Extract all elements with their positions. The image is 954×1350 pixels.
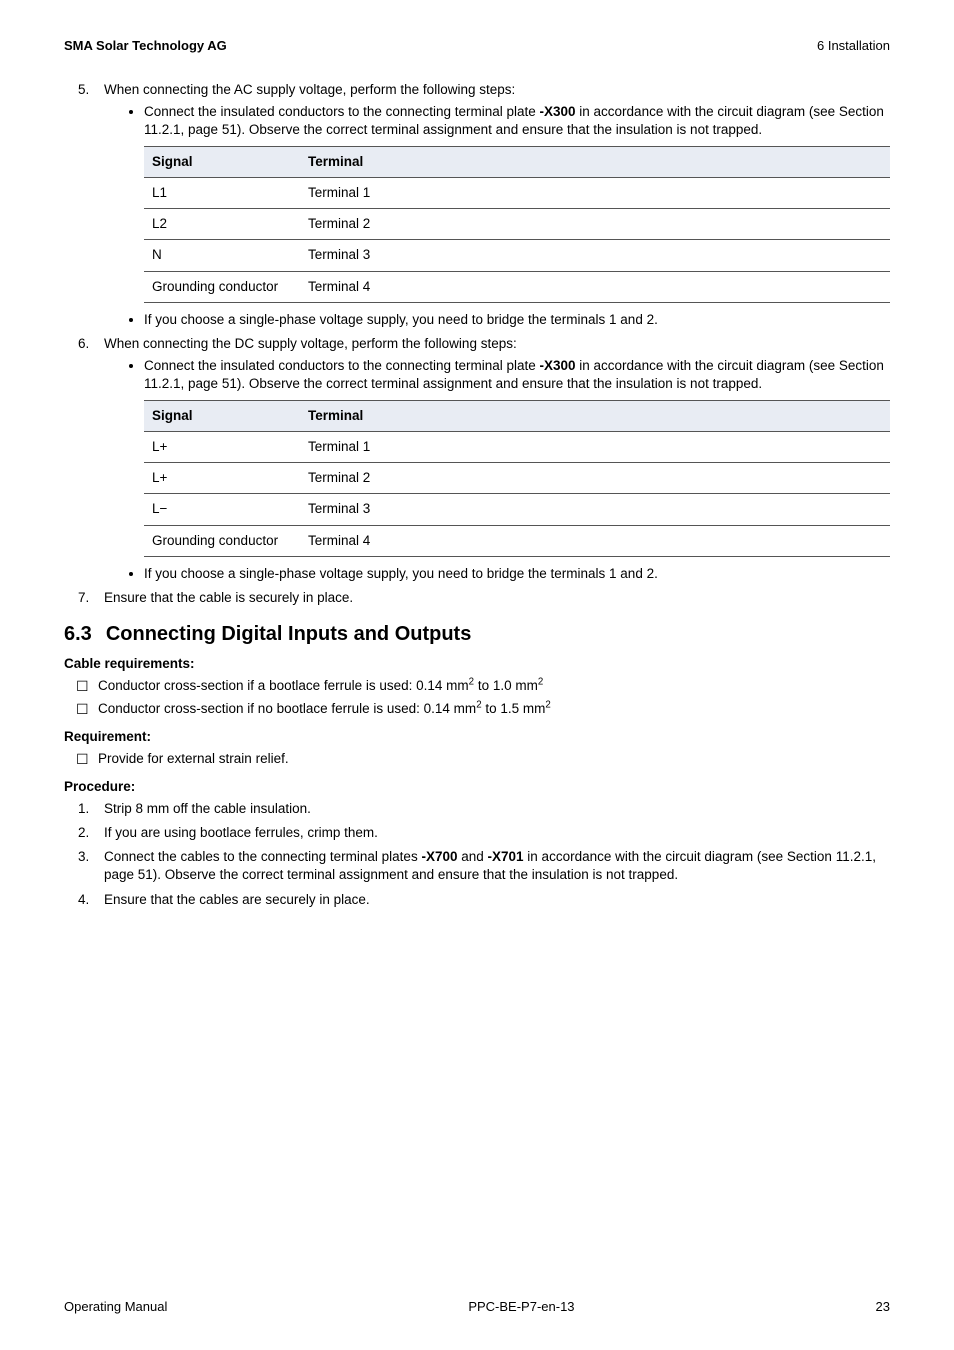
table-row: L+Terminal 1 <box>144 431 890 462</box>
bullet-list: If you choose a single-phase voltage sup… <box>104 565 890 583</box>
table-row: L+Terminal 2 <box>144 463 890 494</box>
table-cell: Terminal 1 <box>300 177 890 208</box>
step-text: Ensure that the cables are securely in p… <box>104 892 370 907</box>
table-cell: Terminal 2 <box>300 209 890 240</box>
step-number: 4. <box>78 891 89 909</box>
section-number: 6.3 <box>64 623 92 645</box>
table-cell: Grounding conductor <box>144 525 300 556</box>
step-text: When connecting the AC supply voltage, p… <box>104 82 515 97</box>
step-text: If you are using bootlace ferrules, crim… <box>104 825 378 840</box>
bullet-list: Connect the insulated conductors to the … <box>104 357 890 393</box>
step-number: 3. <box>78 848 89 866</box>
step-number: 1. <box>78 800 89 818</box>
procedure-ordered-list: 1.Strip 8 mm off the cable insulation.2.… <box>64 800 890 909</box>
checkbox-item: Conductor cross-section if a bootlace fe… <box>98 677 890 696</box>
step-text: Connect the cables to the connecting ter… <box>104 849 876 882</box>
cable-requirements-list: Conductor cross-section if a bootlace fe… <box>64 677 890 719</box>
step-number: 7. <box>78 589 89 607</box>
table-cell: Terminal 1 <box>300 431 890 462</box>
table-row: Grounding conductorTerminal 4 <box>144 271 890 302</box>
list-item: 7.Ensure that the cable is securely in p… <box>104 589 890 607</box>
table-header: Terminal <box>300 400 890 431</box>
table-cell: Terminal 4 <box>300 525 890 556</box>
requirement-list: Provide for external strain relief. <box>64 750 890 769</box>
table-cell: L+ <box>144 463 300 494</box>
page-header: SMA Solar Technology AG 6 Installation <box>64 38 890 53</box>
section-heading-6-3: 6.3 Connecting Digital Inputs and Outputs <box>64 623 890 646</box>
bullet-list: Connect the insulated conductors to the … <box>104 103 890 139</box>
table-header: Signal <box>144 146 300 177</box>
procedure-head: Procedure: <box>64 779 890 794</box>
table-row: Grounding conductorTerminal 4 <box>144 525 890 556</box>
table-row: L−Terminal 3 <box>144 494 890 525</box>
list-item: 6.When connecting the DC supply voltage,… <box>104 335 890 583</box>
bullet-list: If you choose a single-phase voltage sup… <box>104 311 890 329</box>
step-number: 5. <box>78 81 89 99</box>
list-item: 3.Connect the cables to the connecting t… <box>104 848 890 884</box>
table-header: Terminal <box>300 146 890 177</box>
main-ordered-list: 5. When connecting the AC supply voltage,… <box>64 81 890 607</box>
page: SMA Solar Technology AG 6 Installation 5… <box>0 0 954 1350</box>
footer-center: PPC-BE-P7-en-13 <box>468 1299 574 1314</box>
table-row: L2Terminal 2 <box>144 209 890 240</box>
step-text: Strip 8 mm off the cable insulation. <box>104 801 311 816</box>
checkbox-item: Provide for external strain relief. <box>98 750 890 769</box>
page-footer: Operating Manual PPC-BE-P7-en-13 23 <box>64 1299 890 1314</box>
footer-page-number: 23 <box>876 1299 890 1314</box>
table-cell: Terminal 3 <box>300 494 890 525</box>
section-title: Connecting Digital Inputs and Outputs <box>106 623 472 645</box>
table-cell: Grounding conductor <box>144 271 300 302</box>
step-text: When connecting the DC supply voltage, p… <box>104 336 517 351</box>
header-section: 6 Installation <box>817 38 890 53</box>
table-cell: Terminal 2 <box>300 463 890 494</box>
cable-requirements-head: Cable requirements: <box>64 656 890 671</box>
table-cell: L+ <box>144 431 300 462</box>
bullet-item: Connect the insulated conductors to the … <box>144 103 890 139</box>
table-cell: Terminal 3 <box>300 240 890 271</box>
step-text: Ensure that the cable is securely in pla… <box>104 590 353 605</box>
step-number: 2. <box>78 824 89 842</box>
step-number: 6. <box>78 335 89 353</box>
table-row: L1Terminal 1 <box>144 177 890 208</box>
signal-terminal-table: SignalTerminalL+Terminal 1L+Terminal 2L−… <box>144 400 890 557</box>
list-item: 4.Ensure that the cables are securely in… <box>104 891 890 909</box>
table-row: NTerminal 3 <box>144 240 890 271</box>
bullet-item: Connect the insulated conductors to the … <box>144 357 890 393</box>
company-name: SMA Solar Technology AG <box>64 38 227 53</box>
signal-terminal-table: SignalTerminalL1Terminal 1L2Terminal 2NT… <box>144 146 890 303</box>
table-cell: Terminal 4 <box>300 271 890 302</box>
table-header: Signal <box>144 400 300 431</box>
list-item: 1.Strip 8 mm off the cable insulation. <box>104 800 890 818</box>
table-cell: L2 <box>144 209 300 240</box>
footer-left: Operating Manual <box>64 1299 167 1314</box>
requirement-head: Requirement: <box>64 729 890 744</box>
table-cell: N <box>144 240 300 271</box>
checkbox-item: Conductor cross-section if no bootlace f… <box>98 700 890 719</box>
bullet-item: If you choose a single-phase voltage sup… <box>144 565 890 583</box>
bullet-item: If you choose a single-phase voltage sup… <box>144 311 890 329</box>
table-cell: L− <box>144 494 300 525</box>
list-item: 2.If you are using bootlace ferrules, cr… <box>104 824 890 842</box>
table-cell: L1 <box>144 177 300 208</box>
list-item: 5.When connecting the AC supply voltage,… <box>104 81 890 329</box>
